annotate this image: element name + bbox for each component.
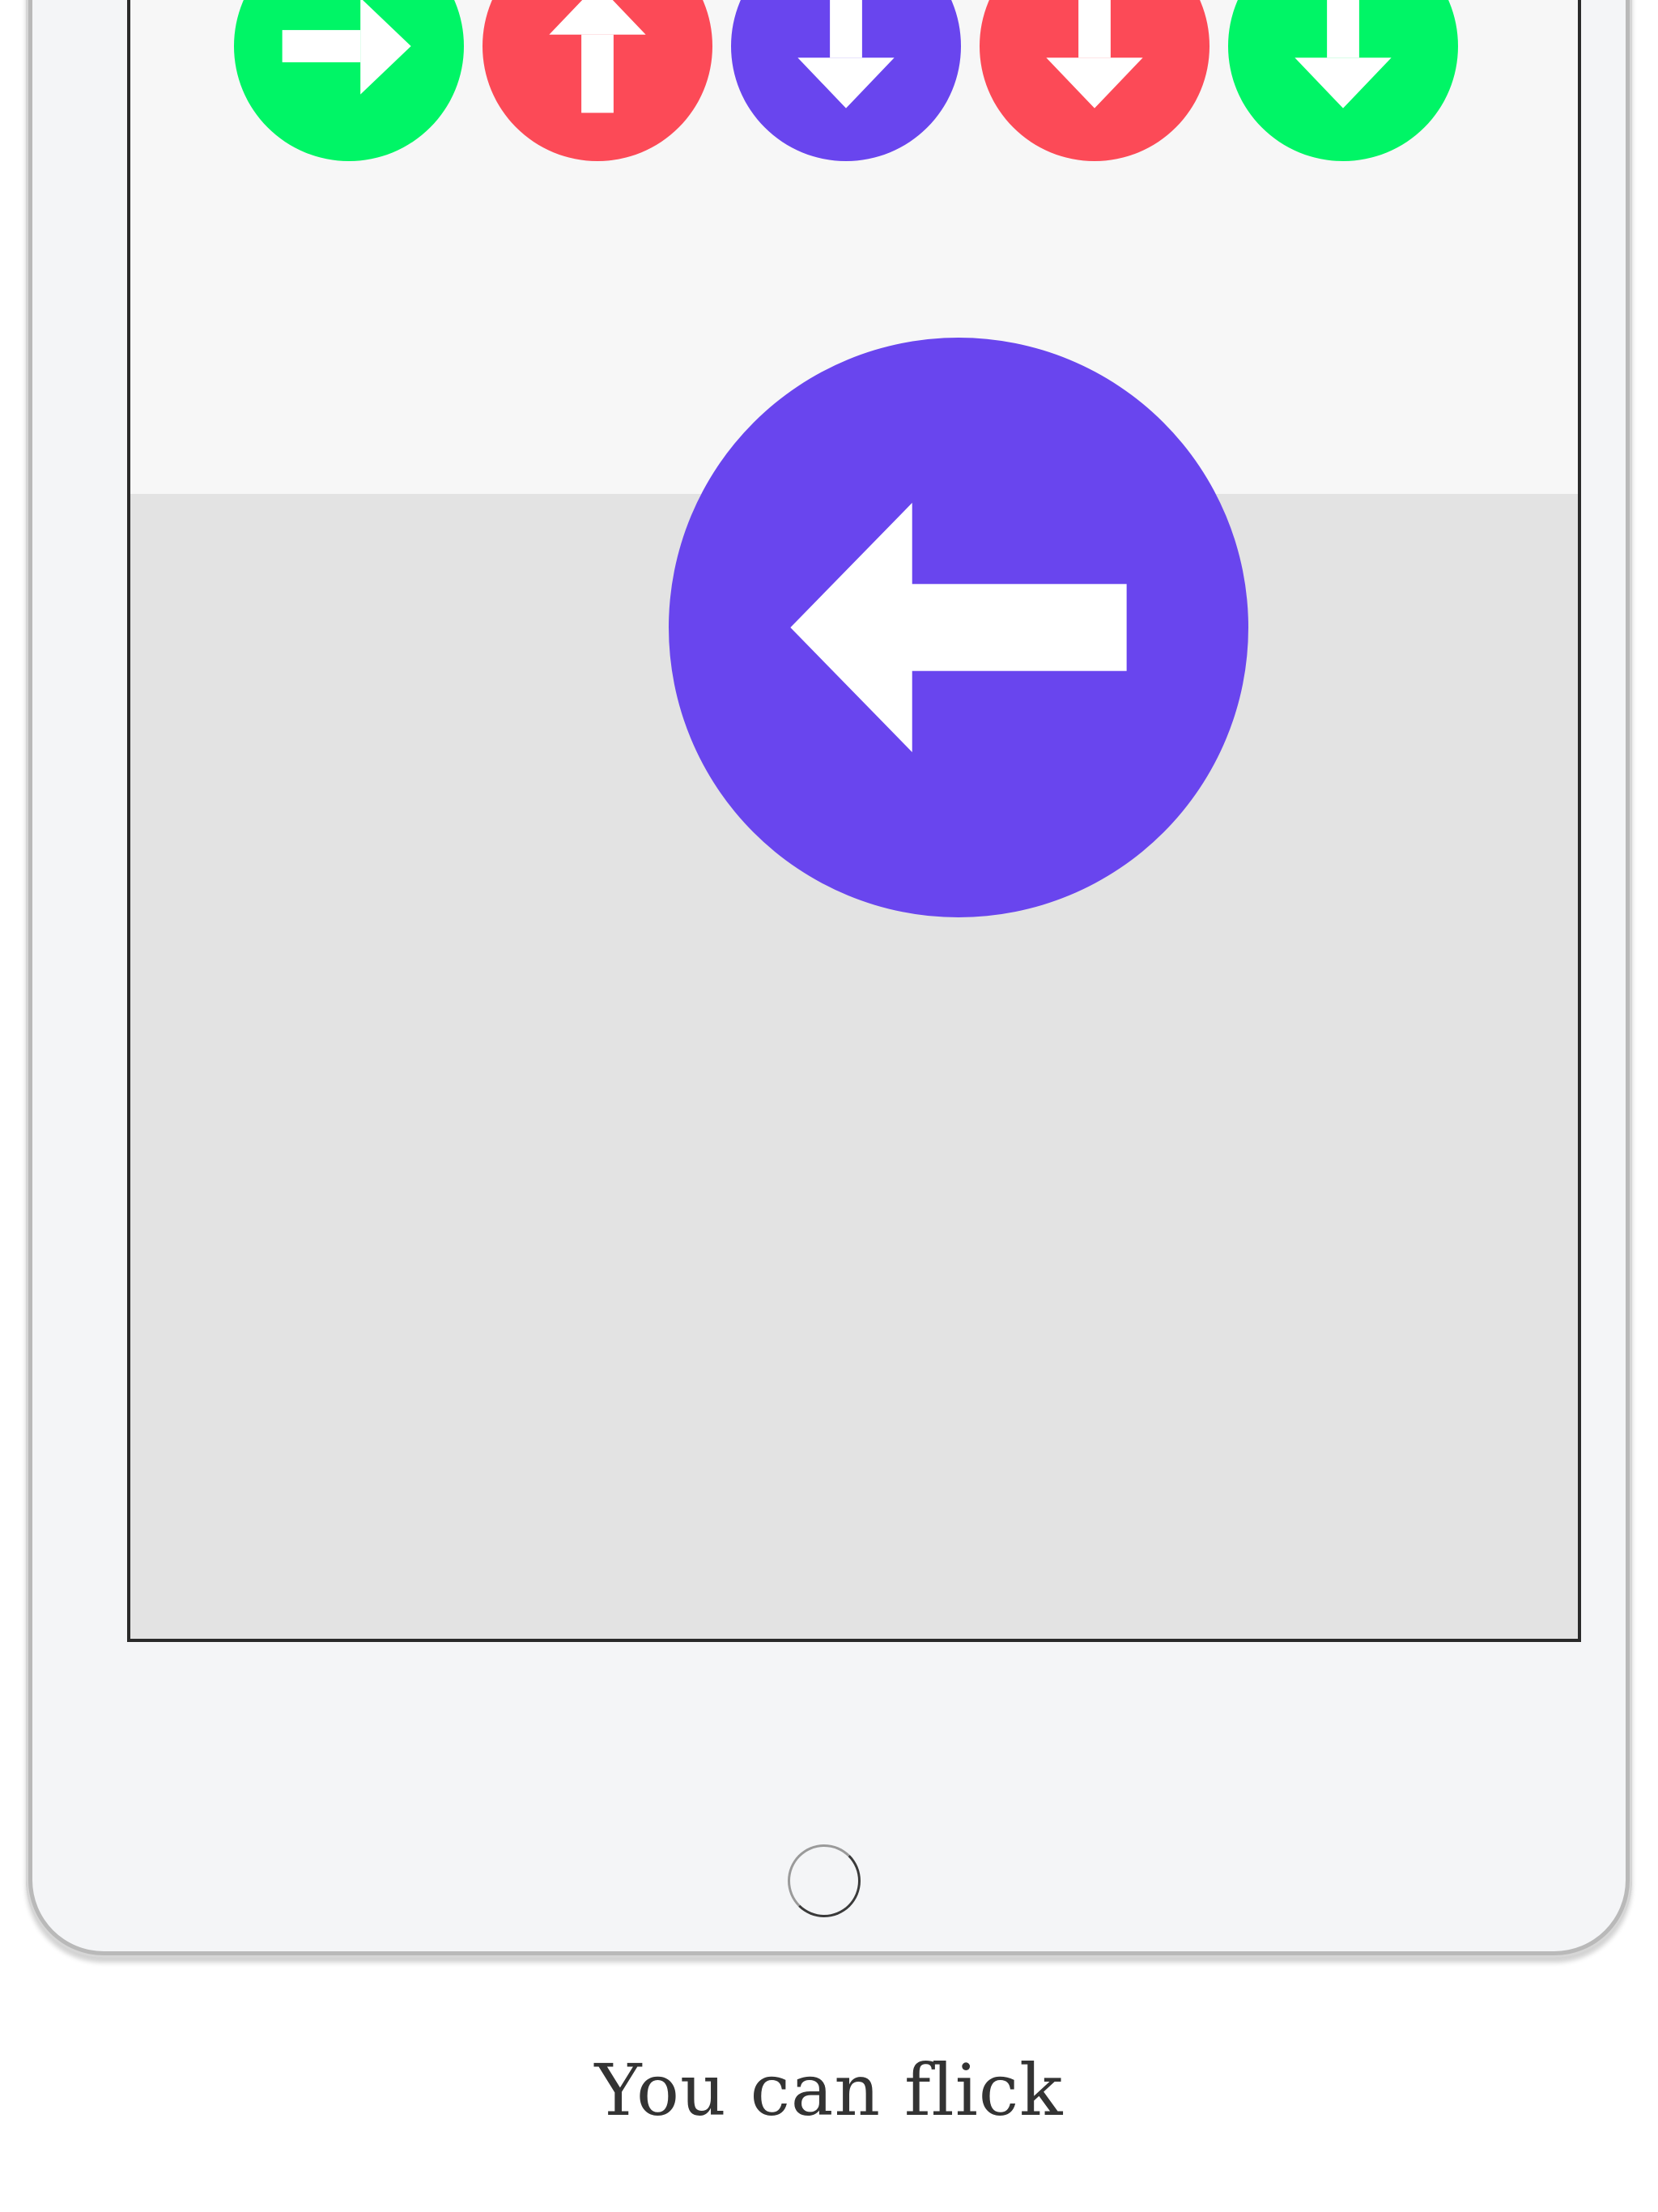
queue-arrow-1 <box>234 0 464 161</box>
current-arrow[interactable] <box>669 338 1248 917</box>
queue-circle-1-bg <box>234 0 464 161</box>
arrow-left-icon <box>669 338 1248 917</box>
ipad-frame <box>26 0 1632 1958</box>
caption-text: You can flick <box>594 2048 1064 2132</box>
game-screen[interactable] <box>127 0 1581 1642</box>
arrow-down-icon <box>980 0 1209 161</box>
queue-arrow-4 <box>980 0 1209 161</box>
arrow-right-icon <box>234 0 464 161</box>
page: You can flick <box>0 0 1658 2212</box>
queue-arrow-5 <box>1228 0 1458 161</box>
arrow-down-icon <box>1228 0 1458 161</box>
arrow-up-icon <box>483 0 712 161</box>
queue-arrow-2 <box>483 0 712 161</box>
queue-arrow-3 <box>731 0 961 161</box>
arrow-down-icon <box>731 0 961 161</box>
home-button <box>788 1844 861 1917</box>
